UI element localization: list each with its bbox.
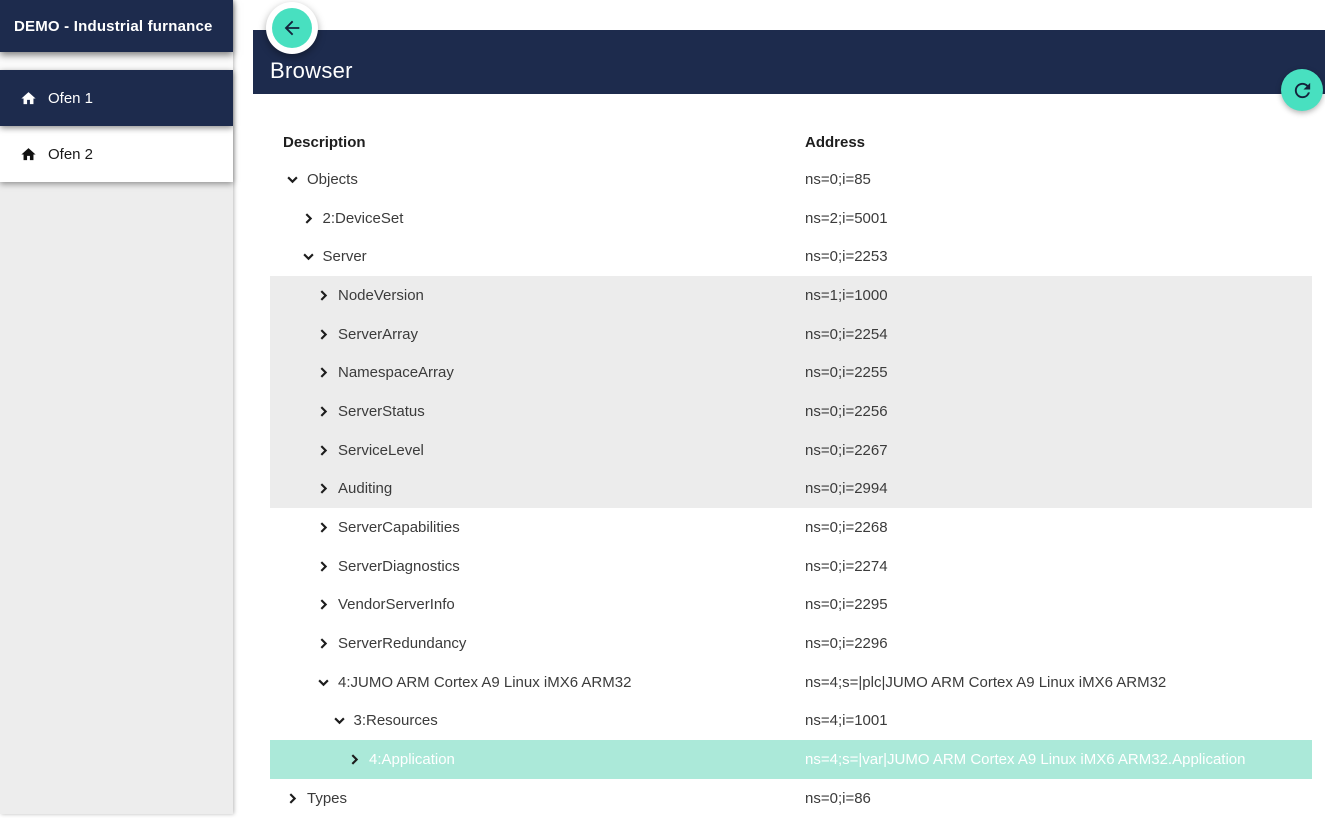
tree-row[interactable]: NamespaceArray ns=0;i=2255 [270, 353, 1312, 392]
tree-row[interactable]: ServerRedundancy ns=0;i=2296 [270, 624, 1312, 663]
chevron-right-icon[interactable] [316, 288, 331, 303]
chevron-down-icon[interactable] [285, 172, 300, 187]
node-address: ns=0;i=85 [805, 171, 871, 188]
column-header-description: Description [270, 134, 805, 151]
tree-row[interactable]: 4:JUMO ARM Cortex A9 Linux iMX6 ARM32 ns=… [270, 663, 1312, 702]
node-label: NamespaceArray [338, 364, 454, 381]
node-address: ns=0;i=2274 [805, 558, 888, 575]
tree-row[interactable]: Auditing ns=0;i=2994 [270, 470, 1312, 509]
node-label: Types [307, 790, 347, 807]
tree-row[interactable]: Server ns=0;i=2253 [270, 237, 1312, 276]
node-address: ns=0;i=2994 [805, 480, 888, 497]
node-address: ns=0;i=2268 [805, 519, 888, 536]
node-address: ns=0;i=2253 [805, 248, 888, 265]
node-label: ServerDiagnostics [338, 558, 460, 575]
tree-row[interactable]: Objects ns=0;i=85 [270, 160, 1312, 199]
node-label: 3:Resources [354, 712, 438, 729]
sidebar-divider [0, 52, 233, 70]
tree-row[interactable]: 4:Application ns=4;s=|var|JUMO ARM Cortex… [270, 740, 1312, 779]
node-address: ns=0;i=2296 [805, 635, 888, 652]
sidebar-item-label: Ofen 2 [48, 146, 93, 163]
tree-row[interactable]: NodeVersion ns=1;i=1000 [270, 276, 1312, 315]
chevron-right-icon[interactable] [316, 365, 331, 380]
chevron-down-icon[interactable] [332, 713, 347, 728]
tree-row[interactable]: ServerStatus ns=0;i=2256 [270, 392, 1312, 431]
node-label: 2:DeviceSet [323, 210, 404, 227]
node-address: ns=4;i=1001 [805, 712, 888, 729]
node-address: ns=4;s=|plc|JUMO ARM Cortex A9 Linux iMX… [805, 674, 1166, 691]
sidebar-item-ofen-2[interactable]: Ofen 2 [0, 126, 233, 182]
chevron-right-icon[interactable] [301, 211, 316, 226]
browser-tree-table: Description Address Objects ns=0;i=85 2:De… [270, 125, 1312, 818]
node-label: ServerStatus [338, 403, 425, 420]
home-icon [20, 90, 37, 107]
node-address: ns=0;i=2254 [805, 326, 888, 343]
chevron-down-icon[interactable] [301, 249, 316, 264]
node-address: ns=0;i=2255 [805, 364, 888, 381]
node-label: ServiceLevel [338, 442, 424, 459]
node-label: 4:Application [369, 751, 455, 768]
table-header: Description Address [270, 125, 1312, 160]
chevron-right-icon[interactable] [316, 636, 331, 651]
sidebar: DEMO - Industrial furnance Ofen 1 Ofen 2 [0, 0, 233, 814]
node-address: ns=0;i=2256 [805, 403, 888, 420]
node-address: ns=0;i=2267 [805, 442, 888, 459]
node-address: ns=2;i=5001 [805, 210, 888, 227]
chevron-right-icon[interactable] [316, 327, 331, 342]
home-icon [20, 146, 37, 163]
node-label: Objects [307, 171, 358, 188]
browser-app-bar: Browser [253, 30, 1325, 94]
node-label: ServerArray [338, 326, 418, 343]
tree-row[interactable]: ServiceLevel ns=0;i=2267 [270, 431, 1312, 470]
sidebar-item-ofen-1[interactable]: Ofen 1 [0, 70, 233, 126]
chevron-right-icon[interactable] [316, 559, 331, 574]
refresh-button[interactable] [1281, 69, 1323, 111]
chevron-right-icon[interactable] [316, 520, 331, 535]
back-button[interactable] [272, 8, 312, 48]
tree-row[interactable]: ServerCapabilities ns=0;i=2268 [270, 508, 1312, 547]
refresh-icon [1291, 79, 1314, 102]
node-label: NodeVersion [338, 287, 424, 304]
tree-row[interactable]: ServerArray ns=0;i=2254 [270, 315, 1312, 354]
page-title: Browser [270, 58, 353, 84]
tree-row[interactable]: ServerDiagnostics ns=0;i=2274 [270, 547, 1312, 586]
tree-row[interactable]: 3:Resources ns=4;i=1001 [270, 702, 1312, 741]
tree-row[interactable]: 2:DeviceSet ns=2;i=5001 [270, 199, 1312, 238]
node-label: VendorServerInfo [338, 596, 455, 613]
column-header-address: Address [805, 134, 865, 151]
chevron-right-icon[interactable] [316, 481, 331, 496]
node-label: Auditing [338, 480, 392, 497]
main-content: Browser Description Address Objects ns=0;… [233, 0, 1325, 814]
node-address: ns=1;i=1000 [805, 287, 888, 304]
chevron-right-icon[interactable] [347, 752, 362, 767]
chevron-down-icon[interactable] [316, 675, 331, 690]
sidebar-item-label: Ofen 1 [48, 90, 93, 107]
chevron-right-icon[interactable] [285, 791, 300, 806]
chevron-right-icon[interactable] [316, 443, 331, 458]
chevron-right-icon[interactable] [316, 597, 331, 612]
tree-row[interactable]: VendorServerInfo ns=0;i=2295 [270, 586, 1312, 625]
app-title: DEMO - Industrial furnance [0, 0, 233, 52]
node-address: ns=4;s=|var|JUMO ARM Cortex A9 Linux iMX… [805, 751, 1245, 768]
arrow-left-icon [281, 17, 303, 39]
node-label: Server [323, 248, 367, 265]
node-label: ServerCapabilities [338, 519, 460, 536]
tree-row[interactable]: Types ns=0;i=86 [270, 779, 1312, 818]
node-label: ServerRedundancy [338, 635, 466, 652]
node-address: ns=0;i=86 [805, 790, 871, 807]
chevron-right-icon[interactable] [316, 404, 331, 419]
node-address: ns=0;i=2295 [805, 596, 888, 613]
node-label: 4:JUMO ARM Cortex A9 Linux iMX6 ARM32 [338, 674, 631, 691]
